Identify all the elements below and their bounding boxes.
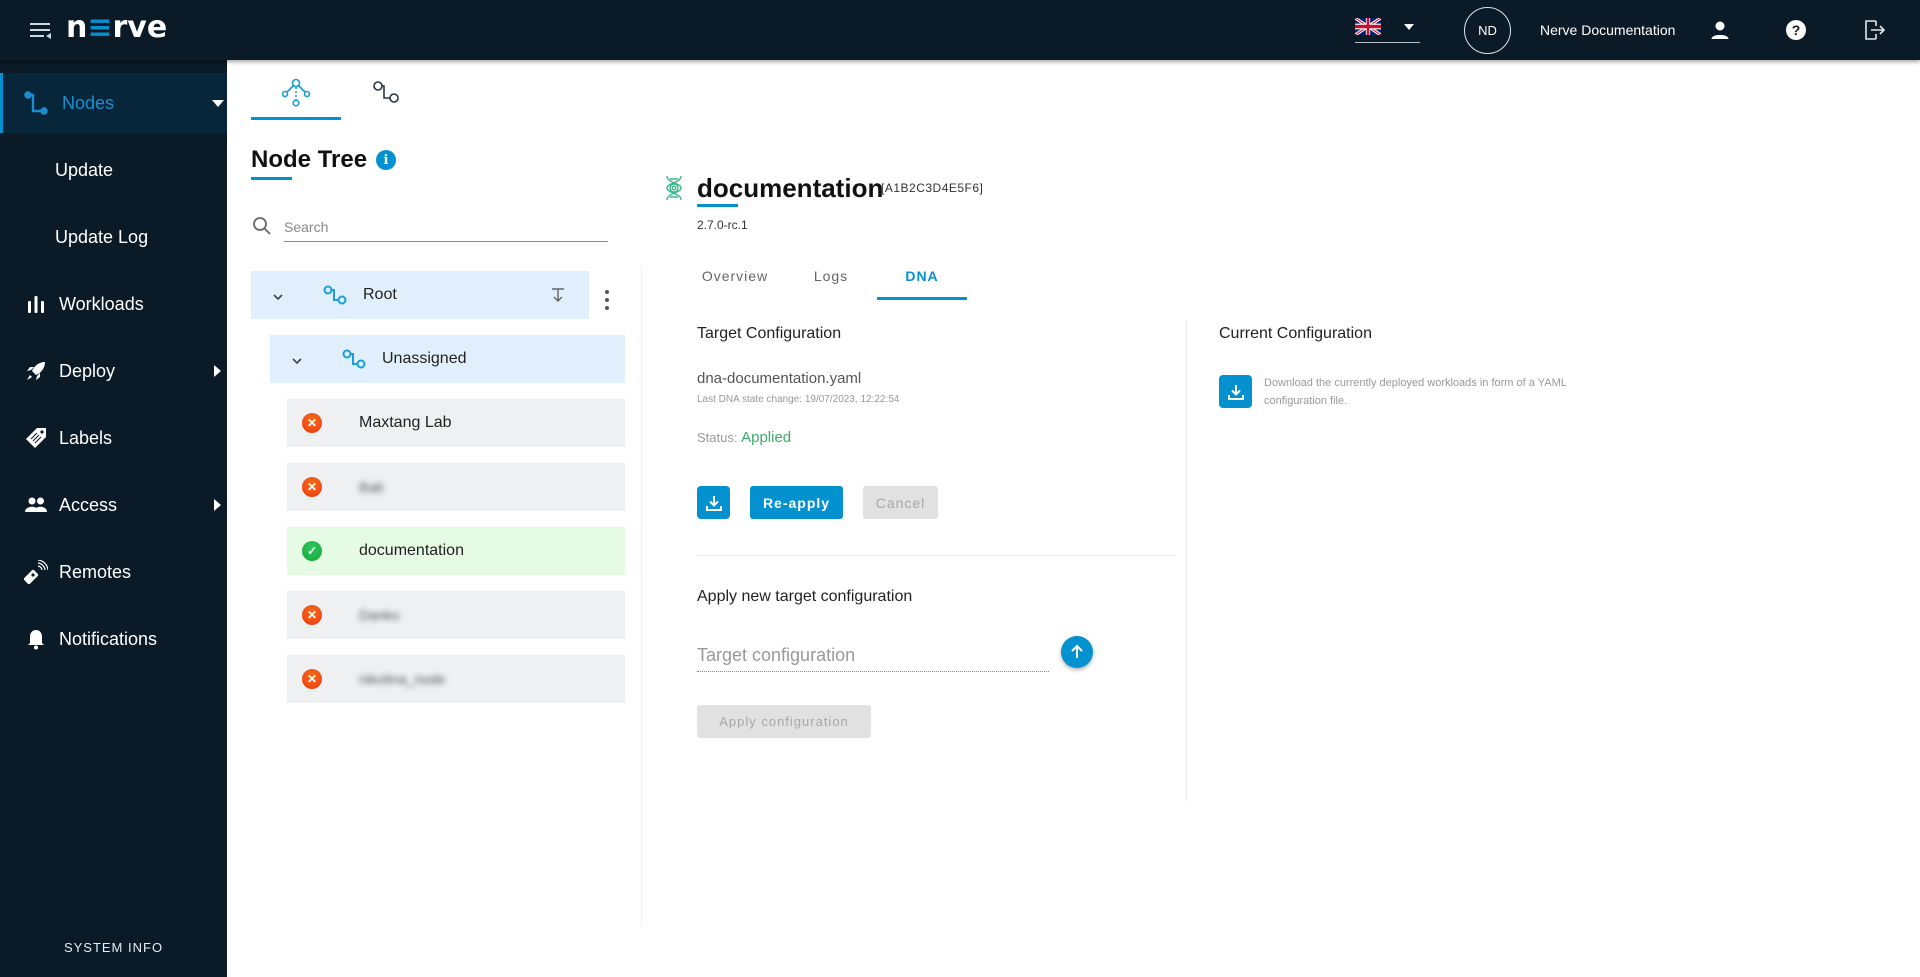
sidebar-item-labels[interactable]: Labels: [0, 408, 227, 468]
upload-button[interactable]: [1061, 636, 1093, 668]
menu-toggle-icon[interactable]: [30, 20, 52, 40]
sidebar-item-update-log[interactable]: Update Log: [0, 207, 227, 267]
node-group-icon: [323, 285, 347, 305]
download-icon: [1227, 384, 1244, 400]
search-icon: [253, 217, 271, 235]
offline-status-icon: ✕: [302, 605, 322, 625]
tree-node[interactable]: ✕ nikolina_node: [287, 655, 625, 703]
tab-tree-view[interactable]: [251, 78, 341, 120]
sidebar-item-update[interactable]: Update: [0, 140, 227, 200]
title-underline: [697, 204, 738, 207]
tab-overview[interactable]: Overview: [697, 262, 773, 300]
uk-flag-icon: [1355, 18, 1381, 35]
remote-icon: [24, 560, 48, 584]
user-icon[interactable]: [1708, 18, 1732, 42]
tree-group-unassigned[interactable]: Unassigned: [270, 335, 625, 383]
tree-row-label: nikolina_node: [359, 671, 446, 687]
rocket-icon: [27, 362, 45, 380]
dna-icon: [666, 175, 682, 201]
chevron-down-icon: [212, 99, 224, 107]
sidebar-item-access[interactable]: Access: [0, 475, 227, 535]
download-current-button[interactable]: [1219, 375, 1252, 408]
section-divider: [697, 555, 1175, 556]
tree-node[interactable]: ✕ Maxtang Lab: [287, 399, 625, 447]
chevron-down-icon[interactable]: [272, 291, 284, 303]
arrow-up-icon: [1071, 644, 1083, 658]
chevron-down-icon: [1404, 24, 1414, 30]
workloads-icon: [28, 296, 44, 313]
svg-text:?: ?: [1792, 22, 1801, 38]
reapply-button[interactable]: Re-apply: [750, 486, 843, 519]
system-info-link[interactable]: SYSTEM INFO: [0, 940, 227, 955]
tab-logs[interactable]: Logs: [800, 262, 862, 300]
search-field: [252, 212, 608, 242]
nerve-logo[interactable]: n≡rve: [66, 10, 167, 45]
tab-node-view[interactable]: [341, 78, 431, 120]
offline-status-icon: ✕: [302, 413, 322, 433]
tree-row-label: Danko: [359, 607, 400, 623]
tag-icon: [26, 428, 46, 448]
sidebar-item-workloads[interactable]: Workloads: [0, 274, 227, 334]
column-divider: [1186, 320, 1187, 802]
nodes-icon: [24, 91, 48, 115]
tree-group-root[interactable]: Root: [251, 271, 589, 319]
target-config-title: Target Configuration: [697, 325, 842, 342]
status-value: Applied: [741, 429, 792, 446]
cancel-button[interactable]: Cancel: [863, 486, 938, 519]
panel-title: Node Tree: [251, 146, 368, 173]
chevron-down-icon[interactable]: [291, 355, 303, 367]
target-configuration-input[interactable]: [697, 640, 1049, 672]
online-status-icon: ✓: [302, 541, 322, 561]
chevron-right-icon: [214, 499, 221, 511]
tree-row-label: Bab: [359, 479, 384, 495]
tab-dna[interactable]: DNA: [877, 262, 967, 300]
search-input[interactable]: [284, 212, 608, 242]
download-target-button[interactable]: [697, 486, 730, 519]
sidebar-item-nodes[interactable]: Nodes: [0, 73, 227, 133]
tree-node-selected[interactable]: ✓ documentation: [287, 527, 625, 575]
top-bar: n≡rve ND Nerve Documentation ?: [0, 0, 1920, 60]
bell-icon: [28, 630, 44, 650]
current-config-description: Download the currently deployed workload…: [1264, 377, 1567, 407]
tree-row-label: Root: [363, 286, 397, 303]
users-icon: [25, 497, 47, 512]
current-config-title: Current Configuration: [1219, 325, 1372, 342]
status-line: Status: Applied: [697, 429, 791, 446]
info-icon[interactable]: i: [376, 150, 396, 170]
sidebar-item-notifications[interactable]: Notifications: [0, 609, 227, 669]
sidebar-item-deploy[interactable]: Deploy: [0, 341, 227, 401]
node-connection-icon: [373, 81, 399, 103]
tree-row-label: documentation: [359, 542, 464, 559]
avatar[interactable]: ND: [1464, 7, 1511, 54]
sidebar: Nodes Update Update Log Workloads Deploy…: [0, 60, 227, 977]
last-change-timestamp: Last DNA state change: 19/07/2023, 12:22…: [697, 394, 900, 405]
more-options-icon[interactable]: [600, 288, 614, 312]
tree-row-label: Maxtang Lab: [359, 414, 452, 431]
collapse-all-icon[interactable]: [550, 287, 566, 303]
node-version: 2.7.0-rc.1: [697, 218, 748, 232]
offline-status-icon: ✕: [302, 477, 322, 497]
language-select[interactable]: [1355, 16, 1420, 43]
tree-node[interactable]: ✕ Danko: [287, 591, 625, 639]
chevron-right-icon: [214, 365, 221, 377]
help-icon[interactable]: ?: [1784, 18, 1808, 42]
node-title: documentation: [697, 173, 884, 203]
panel-divider: [641, 265, 642, 927]
config-filename: dna-documentation.yaml: [697, 370, 862, 387]
username[interactable]: Nerve Documentation: [1540, 22, 1675, 38]
node-serial: [A1B2C3D4E5F6]: [881, 181, 984, 195]
hierarchy-icon: [281, 78, 311, 107]
download-icon: [705, 495, 722, 511]
title-underline: [251, 177, 292, 180]
apply-configuration-button[interactable]: Apply configuration: [697, 705, 871, 738]
tree-row-label: Unassigned: [382, 350, 467, 367]
logout-icon[interactable]: [1862, 18, 1886, 42]
tree-node[interactable]: ✕ Bab: [287, 463, 625, 511]
offline-status-icon: ✕: [302, 669, 322, 689]
node-group-icon: [342, 349, 366, 369]
sidebar-item-remotes[interactable]: Remotes: [0, 542, 227, 602]
apply-new-title: Apply new target configuration: [697, 588, 913, 605]
status-label: Status:: [697, 430, 738, 445]
